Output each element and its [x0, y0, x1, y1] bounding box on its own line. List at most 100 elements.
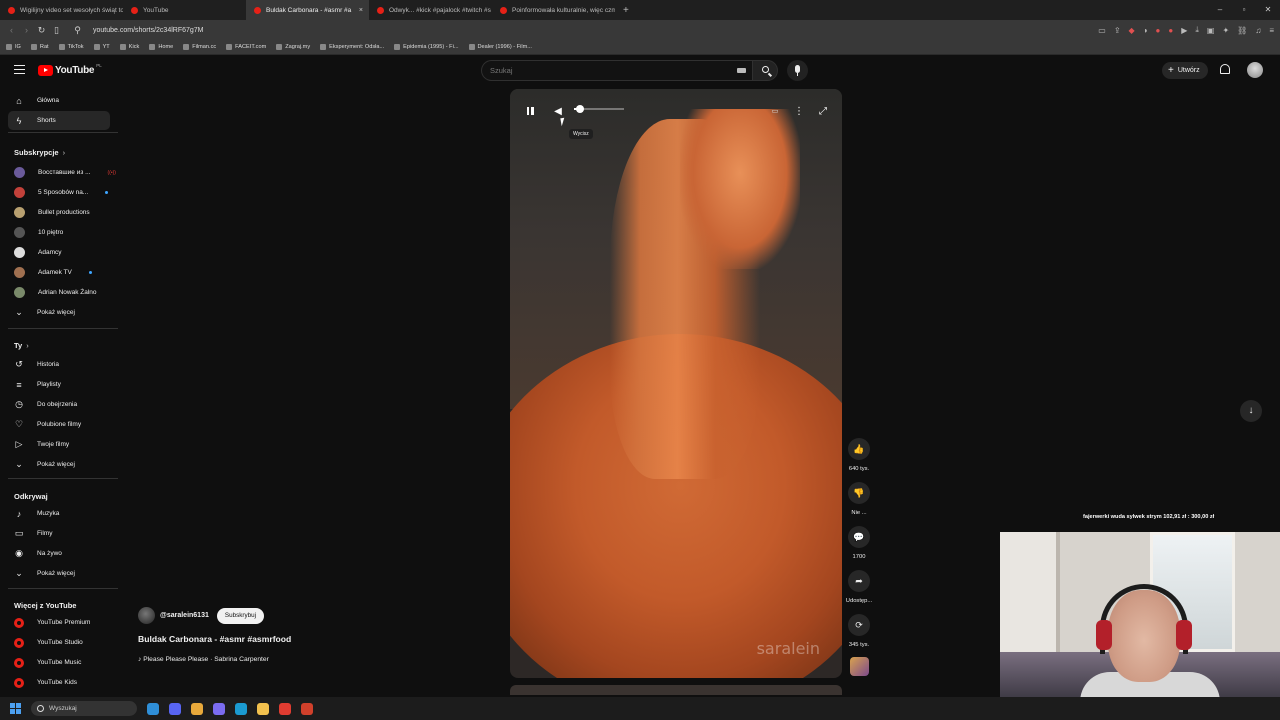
bookmark-item[interactable]: FACEIT.com [226, 44, 266, 50]
link-icon[interactable]: ⛓ [1237, 26, 1247, 35]
reload-icon[interactable]: ↻ [34, 25, 49, 36]
sidebar-section-header[interactable]: Więcej z YouTube [14, 601, 76, 610]
taskbar-app-icon[interactable] [257, 702, 269, 715]
subscription-item[interactable]: Adamcy [8, 243, 110, 262]
explore-item[interactable]: ♪ Muzyka [8, 504, 110, 523]
hamburger-menu-icon[interactable] [14, 65, 25, 74]
playlist-icon[interactable]: ♫ [1255, 26, 1261, 35]
tab-close-icon[interactable]: × [359, 7, 363, 14]
bookmark-item[interactable]: Kick [119, 44, 139, 50]
remix-icon[interactable]: ⟳ [848, 614, 870, 636]
extension-record-icon[interactable]: ● [1168, 26, 1173, 35]
media-icon[interactable]: ▶ [1181, 26, 1187, 35]
keyboard-icon[interactable] [737, 68, 746, 73]
cast-icon[interactable]: ▭ [1098, 26, 1106, 35]
fullscreen-icon[interactable]: ⤢ [815, 103, 831, 119]
taskbar-app-icon[interactable] [147, 702, 159, 715]
shorts-video-player[interactable]: saralein ◀ ▭ ⋮ ⤢ [510, 89, 842, 678]
sidebar-item-główna[interactable]: ⌂ Główna [8, 91, 110, 110]
share-icon[interactable]: ➦ [848, 570, 870, 592]
bookmark-item[interactable]: Eksperyment: Odsła... [320, 44, 384, 50]
bookmark-item[interactable]: Epidemia (1995) - Fi... [394, 44, 459, 50]
subscription-item[interactable]: Восставшие из ... ((•)) [8, 163, 116, 182]
close-window-icon[interactable]: ✕ [1256, 0, 1280, 20]
notifications-bell-icon[interactable] [1220, 64, 1230, 74]
explore-item[interactable]: ▭ Filmy [8, 524, 110, 543]
new-tab-icon[interactable]: + [615, 5, 637, 16]
account-avatar[interactable] [1247, 62, 1263, 78]
bookmark-item[interactable]: Home [149, 44, 173, 50]
taskbar-search[interactable]: Wyszukaj [31, 701, 137, 716]
bookmark-item[interactable]: Filman.cc [183, 44, 216, 50]
sidebar-item-shorts[interactable]: ϟ Shorts [8, 111, 110, 130]
next-short-preview[interactable] [510, 685, 842, 695]
subscription-item[interactable]: 10 piętro [8, 223, 110, 242]
browser-tab[interactable]: YouTube [123, 0, 246, 20]
subscription-item[interactable]: Bullet productions [8, 203, 110, 222]
back-icon[interactable]: ‹ [4, 25, 19, 35]
download-icon[interactable]: ⤓ [1195, 25, 1199, 35]
maximize-icon[interactable]: ▫ [1232, 0, 1256, 20]
sidebar-section-header[interactable]: Subskrypcje › [14, 148, 65, 157]
brave-shield-icon[interactable]: ◆ [1129, 26, 1135, 35]
subscription-item[interactable]: Adamek TV [8, 263, 110, 282]
volume-knob[interactable] [576, 105, 584, 113]
create-button[interactable]: + Utwórz [1162, 62, 1208, 79]
more-from-youtube-item[interactable]: YouTube Music [8, 653, 110, 672]
address-bar-url[interactable]: youtube.com/shorts/2c34lRF67g7M [93, 27, 204, 34]
bookmark-item[interactable]: TikTok [58, 44, 84, 50]
channel-avatar[interactable] [138, 607, 155, 624]
more-from-youtube-item[interactable]: YouTube Premium [8, 613, 110, 632]
explore-item[interactable]: ⌄ Pokaż więcej [8, 564, 110, 583]
browser-tab[interactable]: Wigilijny video set wesołych świąt to [0, 0, 123, 20]
you-item[interactable]: ≡ Playlisty [8, 375, 110, 394]
browser-tab[interactable]: Odwyk... #kick #pajalock #twitch #s [369, 0, 492, 20]
bookmark-item[interactable]: IG [6, 44, 21, 50]
next-video-arrow-icon[interactable]: ↓ [1240, 400, 1262, 422]
show-more-subscriptions[interactable]: ⌄ Pokaż więcej [8, 303, 110, 322]
like-icon[interactable]: 👍 [848, 438, 870, 460]
taskbar-app-icon[interactable] [301, 702, 313, 715]
you-item[interactable]: ↺ Historia [8, 355, 110, 374]
taskbar-app-icon[interactable] [169, 702, 181, 715]
dislike-icon[interactable]: 👎 [848, 482, 870, 504]
short-song[interactable]: ♪ Please Please Please · Sabrina Carpent… [138, 656, 269, 663]
wallet-icon[interactable]: ▣ [1207, 26, 1215, 35]
extension-red-icon[interactable]: ● [1156, 26, 1161, 35]
share-icon[interactable]: ⇪ [1114, 26, 1121, 35]
comments-icon[interactable]: 💬 [848, 526, 870, 548]
taskbar-app-icon[interactable] [213, 702, 225, 715]
captions-icon[interactable]: ▭ [767, 103, 783, 119]
volume-icon[interactable]: ◀ [550, 103, 566, 119]
bookmark-item[interactable]: Zagraj.my [276, 44, 310, 50]
subscription-item[interactable]: Adrian Nowak Żalno [8, 283, 110, 302]
subscription-item[interactable]: 5 Sposobów na... [8, 183, 110, 202]
bookmark-page-icon[interactable]: ▯ [49, 25, 64, 36]
explore-item[interactable]: ◉ Na żywo [8, 544, 110, 563]
menu-icon[interactable]: ≡ [1269, 26, 1274, 35]
search-input[interactable]: Szukaj [481, 60, 752, 81]
browser-tab[interactable]: Poinformowała kulturalnie, więc czm [492, 0, 615, 20]
minimize-icon[interactable]: – [1208, 0, 1232, 20]
sidebar-section-header[interactable]: Ty › [14, 341, 29, 350]
more-from-youtube-item[interactable]: YouTube Kids [8, 673, 110, 692]
bookmark-item[interactable]: Rat [30, 44, 49, 50]
puzzle-icon[interactable]: ✦ [1222, 26, 1229, 35]
taskbar-app-icon[interactable] [235, 702, 247, 715]
you-item[interactable]: ♡ Polubione filmy [8, 415, 110, 434]
forward-icon[interactable]: › [19, 25, 34, 35]
sidebar-section-header[interactable]: Odkrywaj [14, 492, 48, 501]
browser-tab[interactable]: Buldak Carbonara - #asmr #a × [246, 0, 369, 20]
more-options-icon[interactable]: ⋮ [791, 103, 807, 119]
volume-slider[interactable] [574, 105, 624, 113]
you-item[interactable]: ⌄ Pokaż więcej [8, 455, 110, 474]
you-item[interactable]: ▷ Twoje filmy [8, 435, 110, 454]
windows-start-icon[interactable] [10, 703, 21, 714]
you-item[interactable]: ◷ Do obejrzenia [8, 395, 110, 414]
bookmark-item[interactable]: Dealer (1996) - Film... [468, 44, 532, 50]
extension-icon[interactable]: ◑ [1143, 26, 1148, 35]
more-from-youtube-item[interactable]: YouTube Studio [8, 633, 110, 652]
search-button[interactable] [752, 60, 778, 81]
short-title[interactable]: Buldak Carbonara - #asmr #asmrfood [138, 634, 291, 644]
voice-search-icon[interactable] [787, 60, 808, 81]
